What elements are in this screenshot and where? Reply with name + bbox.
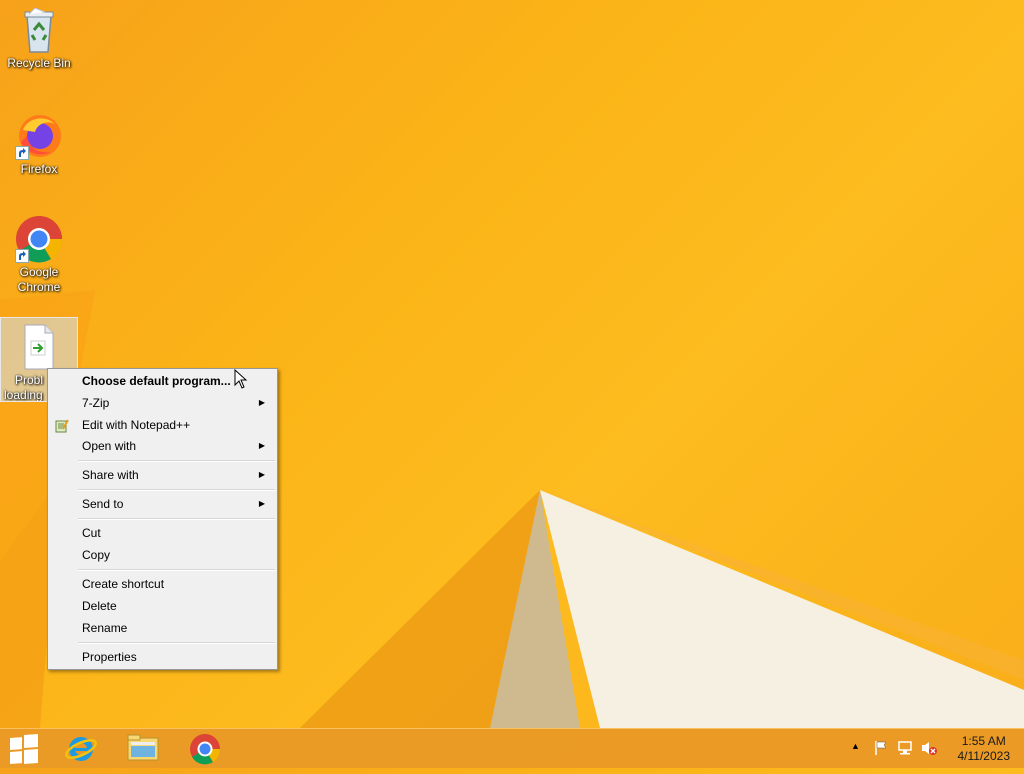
show-hidden-icons-icon[interactable]: ▲ [851,741,860,751]
menu-item-share-with[interactable]: Share with ▶ [50,464,275,486]
chrome-icon [190,734,221,765]
menu-item-label: Send to [82,497,124,511]
shortcut-arrow-icon [15,249,29,263]
menu-item-label: Rename [82,621,128,635]
menu-separator [78,460,275,462]
menu-item-create-shortcut[interactable]: Create shortcut [50,573,275,595]
file-icon [15,323,63,371]
desktop-icon-firefox[interactable]: Firefox [1,112,77,177]
internet-explorer-icon [65,737,97,761]
action-center-flag-icon[interactable] [873,740,889,759]
menu-separator [78,489,275,491]
menu-item-label: Cut [82,526,101,540]
system-clock[interactable]: 1:55 AM 4/11/2023 [958,734,1011,764]
volume-muted-icon[interactable] [920,740,938,759]
taskbar-file-explorer[interactable] [115,729,171,769]
start-button[interactable] [0,729,56,769]
context-menu: Choose default program... 7-Zip ▶ Edit w… [47,368,278,670]
submenu-arrow-icon: ▶ [258,398,265,407]
file-explorer-icon [127,734,159,761]
desktop-icon-label: Recycle Bin [7,56,71,70]
taskbar: ▲ 1:55 AM 4/11/2023 [0,728,1024,768]
menu-item-label: Create shortcut [82,577,165,591]
menu-item-label: 7-Zip [82,396,110,410]
desktop-icon-chrome[interactable]: Google Chrome [1,215,77,295]
menu-item-open-with[interactable]: Open with ▶ [50,435,275,457]
menu-item-label: Edit with Notepad++ [82,418,191,432]
menu-item-edit-with-notepadpp[interactable]: Edit with Notepad++ [50,414,275,436]
menu-item-label: Share with [82,468,139,482]
taskbar-internet-explorer[interactable] [53,729,109,769]
submenu-arrow-icon: ▶ [258,470,265,479]
mouse-pointer-icon [234,368,248,394]
menu-separator [78,518,275,520]
menu-item-copy[interactable]: Copy [50,544,275,566]
windows-start-icon [10,734,38,765]
firefox-icon [15,112,63,160]
notepad-plus-plus-icon [55,418,69,433]
clock-time: 1:55 AM [961,734,1006,748]
menu-item-label: Delete [82,599,117,613]
recycle-bin-icon [15,6,63,54]
desktop-icon-label: Firefox [20,162,58,176]
clock-date: 4/11/2023 [957,749,1011,763]
menu-separator [78,569,275,571]
menu-item-send-to[interactable]: Send to ▶ [50,493,275,515]
menu-item-delete[interactable]: Delete [50,595,275,617]
menu-item-7zip[interactable]: 7-Zip ▶ [50,392,275,414]
desktop-icon-label-line2: Chrome [17,280,61,294]
menu-item-cut[interactable]: Cut [50,522,275,544]
desktop-icon-recycle-bin[interactable]: Recycle Bin [1,6,77,71]
menu-item-label: Open with [82,439,137,453]
submenu-arrow-icon: ▶ [258,499,265,508]
menu-item-label: Copy [82,548,111,562]
menu-item-rename[interactable]: Rename [50,617,275,639]
network-icon[interactable] [897,740,915,759]
menu-separator [78,642,275,644]
menu-item-label: Choose default program... [82,374,231,388]
menu-item-label: Properties [82,650,137,664]
taskbar-chrome[interactable] [177,729,233,769]
shortcut-arrow-icon [15,146,29,160]
chrome-icon [15,215,63,263]
menu-item-properties[interactable]: Properties [50,646,275,668]
submenu-arrow-icon: ▶ [258,441,265,450]
desktop-icon-label-line1: Google [19,265,59,279]
